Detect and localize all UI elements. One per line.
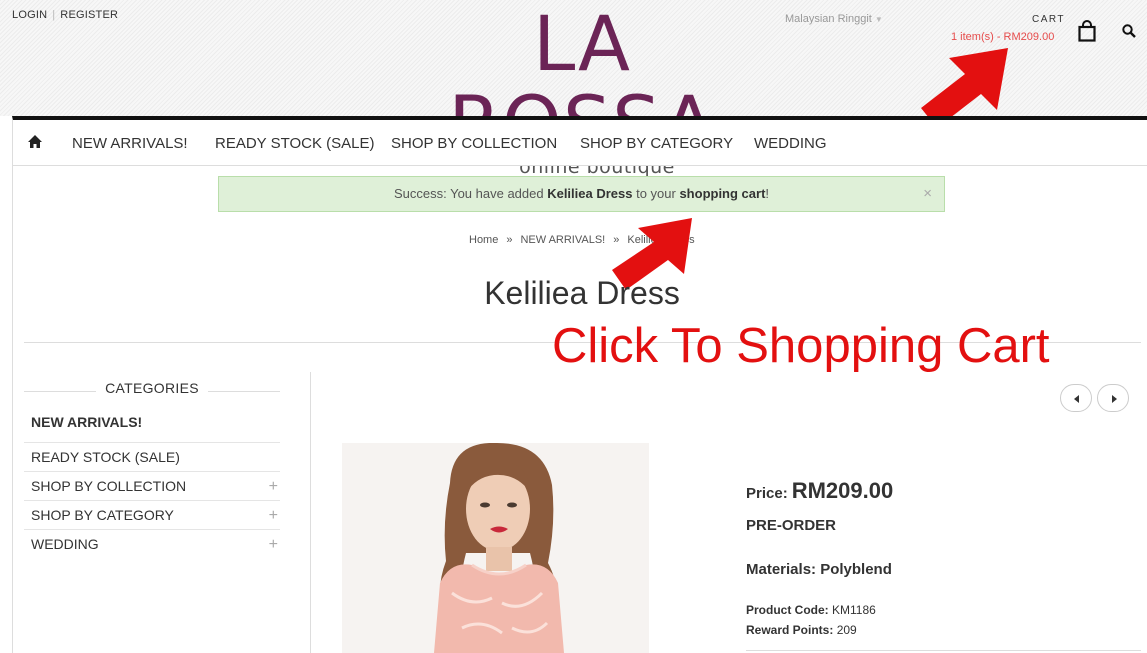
sidebar-item-label: READY STOCK (SALE) bbox=[31, 449, 180, 465]
expand-plus-icon[interactable]: + bbox=[269, 501, 278, 530]
breadcrumb-separator: » bbox=[506, 234, 513, 246]
reward-points-value: 209 bbox=[836, 623, 857, 637]
alert-product-name: Keliliea Dress bbox=[547, 186, 633, 201]
alert-prefix: Success: You have added bbox=[393, 186, 548, 201]
nav-item-shop-by-category[interactable]: SHOP BY CATEGORY bbox=[580, 135, 733, 152]
cart-label[interactable]: CART bbox=[1032, 14, 1065, 25]
nav-item-shop-by-collection[interactable]: SHOP BY COLLECTION bbox=[391, 135, 557, 152]
product-code-value: KM1186 bbox=[832, 603, 876, 617]
caret-down-icon: ▼ bbox=[874, 15, 883, 24]
search-icon[interactable] bbox=[1122, 24, 1136, 38]
breadcrumb-new-arrivals[interactable]: NEW ARRIVALS! bbox=[520, 234, 605, 246]
shopping-bag-icon[interactable] bbox=[1078, 20, 1096, 42]
alert-middle: to your bbox=[632, 186, 680, 201]
product-title: Keliliea Dress bbox=[484, 275, 680, 311]
sidebar-item-label: SHOP BY CATEGORY bbox=[31, 507, 174, 523]
currency-selector[interactable]: Malaysian Ringgit ▼ bbox=[785, 13, 883, 25]
expand-plus-icon[interactable]: + bbox=[269, 530, 278, 559]
price-label: Price: bbox=[746, 485, 788, 502]
breadcrumb-home[interactable]: Home bbox=[469, 234, 498, 246]
success-alert: Success: You have added Keliliea Dress t… bbox=[218, 176, 945, 212]
nav-item-wedding[interactable]: WEDDING bbox=[754, 135, 827, 152]
alert-suffix: ! bbox=[765, 186, 770, 201]
sidebar-item-ready-stock[interactable]: READY STOCK (SALE) bbox=[24, 443, 280, 472]
caret-left-icon bbox=[1074, 395, 1079, 403]
spec-divider bbox=[746, 650, 1141, 651]
close-icon[interactable]: × bbox=[923, 177, 932, 211]
categories-heading: CATEGORIES bbox=[24, 375, 280, 401]
product-materials: Materials: Polyblend bbox=[746, 561, 892, 578]
main-navigation: NEW ARRIVALS! READY STOCK (SALE) SHOP BY… bbox=[12, 116, 1147, 166]
categories-sidebar: CATEGORIES NEW ARRIVALS! READY STOCK (SA… bbox=[24, 375, 280, 559]
sidebar-item-wedding[interactable]: WEDDING + bbox=[24, 530, 280, 559]
sidebar-divider bbox=[310, 372, 311, 653]
alert-cart-link[interactable]: shopping cart bbox=[679, 186, 765, 201]
annotation-text: Click To Shopping Cart bbox=[552, 319, 1050, 373]
expand-plus-icon[interactable]: + bbox=[269, 472, 278, 501]
sidebar-item-new-arrivals[interactable]: NEW ARRIVALS! bbox=[24, 401, 280, 443]
product-code-label: Product Code: bbox=[746, 603, 829, 617]
sidebar-item-label: SHOP BY COLLECTION bbox=[31, 478, 187, 494]
link-separator: | bbox=[52, 9, 56, 21]
price-value: RM209.00 bbox=[791, 478, 894, 503]
home-icon[interactable] bbox=[27, 134, 43, 150]
account-links: LOGIN | REGISTER bbox=[12, 9, 118, 21]
stock-status: PRE-ORDER bbox=[746, 517, 837, 534]
currency-label: Malaysian Ringgit bbox=[785, 13, 872, 25]
product-price: Price: RM209.00 bbox=[746, 478, 893, 504]
categories-heading-label: CATEGORIES bbox=[105, 380, 199, 396]
next-product-button[interactable] bbox=[1097, 384, 1129, 412]
prev-product-button[interactable] bbox=[1060, 384, 1092, 412]
product-photo-illustration bbox=[342, 443, 649, 653]
product-code: Product Code: KM1186 bbox=[746, 603, 876, 617]
reward-points-label: Reward Points: bbox=[746, 623, 834, 637]
login-link[interactable]: LOGIN bbox=[12, 9, 47, 21]
sidebar-item-label: NEW ARRIVALS! bbox=[31, 414, 143, 430]
register-link[interactable]: REGISTER bbox=[60, 9, 118, 21]
cart-summary[interactable]: 1 item(s) - RM209.00 bbox=[951, 31, 1054, 43]
nav-item-ready-stock[interactable]: READY STOCK (SALE) bbox=[215, 135, 375, 152]
nav-item-new-arrivals[interactable]: NEW ARRIVALS! bbox=[72, 135, 188, 152]
content-left-border bbox=[12, 166, 13, 653]
reward-points: Reward Points: 209 bbox=[746, 623, 857, 637]
sidebar-item-label: WEDDING bbox=[31, 536, 99, 552]
sidebar-item-shop-by-collection[interactable]: SHOP BY COLLECTION + bbox=[24, 472, 280, 501]
sidebar-item-shop-by-category[interactable]: SHOP BY CATEGORY + bbox=[24, 501, 280, 530]
caret-right-icon bbox=[1112, 395, 1117, 403]
product-image[interactable] bbox=[342, 443, 649, 653]
